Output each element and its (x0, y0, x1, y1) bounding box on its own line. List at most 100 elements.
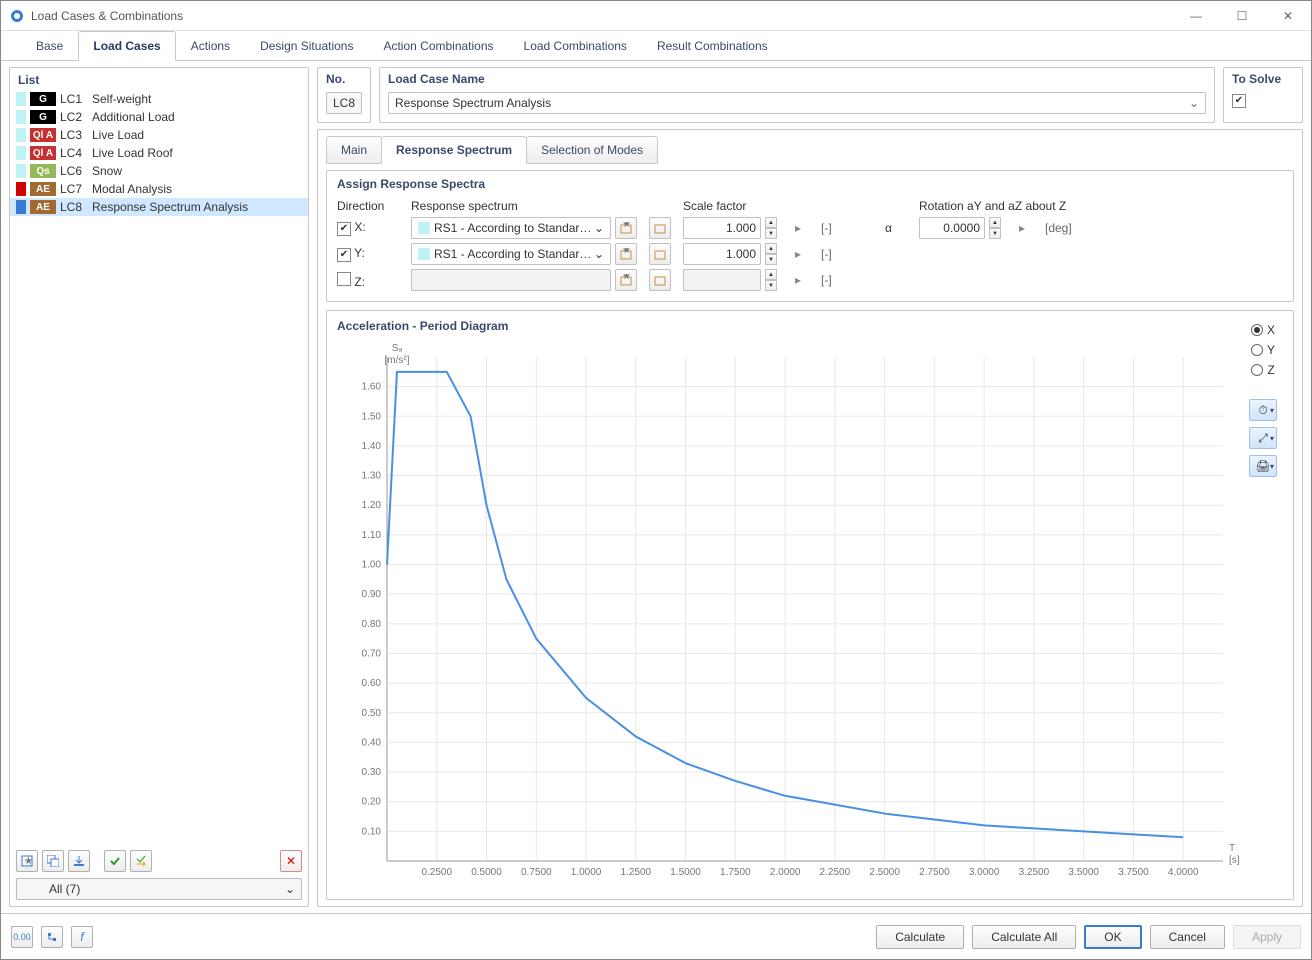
spectrum-select[interactable]: RS1 - According to Standard -…⌄ (411, 217, 611, 239)
svg-text:0.90: 0.90 (362, 589, 382, 600)
scale-factor-input (683, 269, 761, 291)
svg-text:1.7500: 1.7500 (720, 867, 751, 878)
calculate-all-button[interactable]: Calculate All (972, 925, 1076, 949)
tab-design-situations[interactable]: Design Situations (245, 31, 368, 61)
load-case-name: Snow (92, 164, 302, 178)
copy-load-case-button[interactable] (42, 850, 64, 872)
color-swatch (418, 222, 430, 234)
direction-x-checkbox[interactable] (337, 222, 351, 236)
tab-action-combinations[interactable]: Action Combinations (368, 31, 508, 61)
ok-button[interactable]: OK (1084, 925, 1141, 949)
chart-axis-radio-z[interactable]: Z (1251, 363, 1274, 377)
tab-base[interactable]: Base (21, 31, 78, 61)
chevron-down-icon: ⌄ (594, 221, 604, 235)
svg-text:1.30: 1.30 (362, 471, 382, 482)
footer-tree-button[interactable] (41, 926, 63, 948)
sub-tabs: MainResponse SpectrumSelection of Modes (326, 136, 1294, 164)
svg-text:0.30: 0.30 (362, 767, 382, 778)
svg-text:★: ★ (24, 856, 33, 867)
load-case-row[interactable]: G LC2 Additional Load (10, 108, 308, 126)
direction-z-checkbox[interactable] (337, 272, 351, 286)
radio-icon (1251, 324, 1263, 336)
tab-actions[interactable]: Actions (176, 31, 245, 61)
direction-y-checkbox[interactable] (337, 248, 351, 262)
subtab-selection-of-modes[interactable]: Selection of Modes (526, 136, 658, 164)
category-tag: AE (30, 182, 56, 196)
scale-spinner[interactable]: ▲▼ (765, 243, 777, 265)
footer-fx-button[interactable]: f (71, 926, 93, 948)
scale-factor-input[interactable]: 1.000 (683, 243, 761, 265)
play-icon[interactable]: ▸ (795, 247, 801, 261)
tab-result-combinations[interactable]: Result Combinations (642, 31, 783, 61)
chart-axis-radio-y[interactable]: Y (1251, 343, 1275, 357)
chevron-down-icon: ▾ (1270, 406, 1274, 415)
close-button[interactable]: ✕ (1265, 1, 1311, 31)
new-spectrum-button[interactable]: ★ (615, 217, 637, 239)
new-spectrum-button[interactable]: ★ (615, 269, 637, 291)
delete-load-case-button[interactable]: ✕ (280, 850, 302, 872)
window-title: Load Cases & Combinations (31, 9, 1173, 23)
svg-text:0.80: 0.80 (362, 619, 382, 630)
load-case-list-panel: List G LC1 Self-weight G LC2 Additional … (9, 67, 309, 907)
svg-text:1.50: 1.50 (362, 411, 382, 422)
chart-axes-icon-button[interactable]: ⤢▾ (1249, 427, 1277, 449)
check-green-button[interactable] (104, 850, 126, 872)
load-case-row[interactable]: AE LC8 Response Spectrum Analysis (10, 198, 308, 216)
color-swatch (16, 92, 26, 106)
spectrum-select[interactable]: RS1 - According to Standard -…⌄ (411, 243, 611, 265)
check-swap-button[interactable] (130, 850, 152, 872)
load-case-list[interactable]: G LC1 Self-weight G LC2 Additional Load … (10, 90, 308, 844)
minimize-button[interactable]: ― (1173, 1, 1219, 31)
maximize-button[interactable]: ☐ (1219, 1, 1265, 31)
main-tabs: BaseLoad CasesActionsDesign SituationsAc… (1, 31, 1311, 61)
load-case-row[interactable]: Ql A LC3 Live Load (10, 126, 308, 144)
svg-text:T: T (1229, 843, 1235, 854)
stopwatch-icon: ⏱ (1258, 403, 1267, 418)
play-icon[interactable]: ▸ (795, 221, 801, 235)
apply-button: Apply (1233, 925, 1301, 949)
svg-text:1.00: 1.00 (362, 560, 382, 571)
filter-select[interactable]: All (7) ⌄ (16, 878, 302, 900)
load-case-name-select[interactable]: Response Spectrum Analysis ⌄ (388, 92, 1206, 114)
scale-spinner[interactable]: ▲▼ (765, 217, 777, 239)
tab-load-combinations[interactable]: Load Combinations (509, 31, 642, 61)
new-spectrum-button[interactable]: ★ (615, 243, 637, 265)
new-load-case-button[interactable]: ★ (16, 850, 38, 872)
svg-text:1.40: 1.40 (362, 441, 382, 452)
import-load-case-button[interactable] (68, 850, 90, 872)
svg-text:3.2500: 3.2500 (1019, 867, 1050, 878)
load-case-row[interactable]: Qs LC6 Snow (10, 162, 308, 180)
chart-axis-radio-x[interactable]: X (1251, 323, 1275, 337)
load-case-row[interactable]: AE LC7 Modal Analysis (10, 180, 308, 198)
play-icon[interactable]: ▸ (1019, 221, 1025, 235)
chart-stopwatch-icon-button[interactable]: ⏱▾ (1249, 399, 1277, 421)
scale-unit: [-] (821, 247, 832, 261)
no-box: No. LC8 (317, 67, 371, 123)
cancel-button[interactable]: Cancel (1150, 925, 1225, 949)
alpha-spinner[interactable]: ▲▼ (989, 217, 1001, 239)
edit-spectrum-button[interactable] (649, 269, 671, 291)
load-case-name: Additional Load (92, 110, 302, 124)
scale-factor-input[interactable]: 1.000 (683, 217, 761, 239)
to-solve-checkbox[interactable] (1232, 94, 1246, 108)
svg-text:2.0000: 2.0000 (770, 867, 801, 878)
scale-header: Scale factor (683, 199, 746, 215)
svg-text:3.7500: 3.7500 (1118, 867, 1149, 878)
chart-print-icon-button[interactable]: 🖨▾ (1249, 455, 1277, 477)
footer-units-button[interactable]: 0.00 (11, 926, 33, 948)
edit-spectrum-button[interactable] (649, 243, 671, 265)
load-case-row[interactable]: Ql A LC4 Live Load Roof (10, 144, 308, 162)
no-field[interactable]: LC8 (326, 92, 362, 114)
load-case-row[interactable]: G LC1 Self-weight (10, 90, 308, 108)
alpha-input[interactable]: 0.0000 (919, 217, 985, 239)
list-title: List (10, 68, 308, 90)
subtab-main[interactable]: Main (326, 136, 382, 164)
subtab-response-spectrum[interactable]: Response Spectrum (381, 136, 527, 164)
tab-load-cases[interactable]: Load Cases (78, 31, 175, 61)
play-icon[interactable]: ▸ (795, 273, 801, 287)
load-case-name: Live Load Roof (92, 146, 302, 160)
svg-text:0.20: 0.20 (362, 797, 382, 808)
edit-spectrum-button[interactable] (649, 217, 671, 239)
calculate-button[interactable]: Calculate (876, 925, 964, 949)
chevron-down-icon: ⌄ (1189, 96, 1199, 110)
